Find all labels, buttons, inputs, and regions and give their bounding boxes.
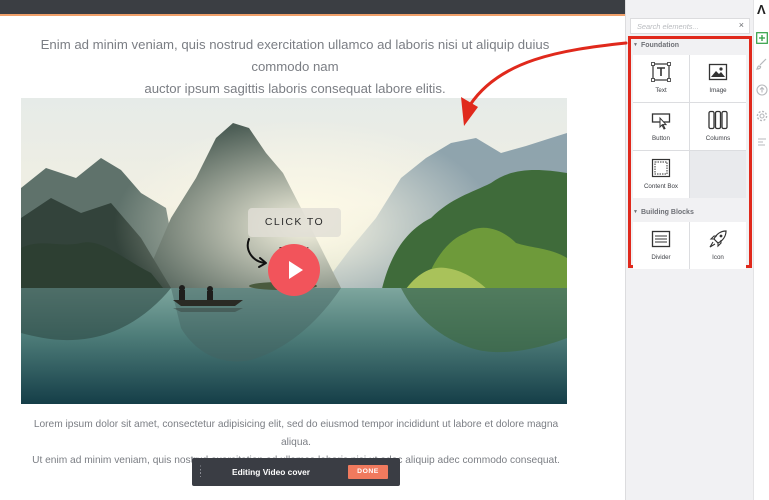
- element-tile-columns[interactable]: Columns: [690, 103, 746, 150]
- rocket-icon: [709, 230, 727, 248]
- drag-handle-icon[interactable]: ⋮ ⋮: [196, 465, 205, 478]
- top-toolbar: [0, 0, 625, 16]
- tile-label: Columns: [705, 135, 731, 142]
- foundation-grid: Text Image Button Columns Content Box: [633, 55, 746, 198]
- play-icon: [289, 261, 303, 279]
- empty-tile: [690, 151, 746, 198]
- tile-label: Content Box: [643, 183, 679, 190]
- text-icon: [651, 62, 671, 82]
- tile-label: Divider: [651, 254, 671, 261]
- body-line-1: Lorem ipsum dolor sit amet, consectetur …: [33, 419, 559, 448]
- tile-label: Image: [709, 87, 727, 94]
- upload-icon[interactable]: [756, 84, 768, 96]
- element-tile-image[interactable]: Image: [690, 55, 746, 102]
- right-rail: Λ: [753, 0, 769, 500]
- caret-down-icon: ▼: [633, 42, 638, 48]
- section-title: Foundation: [640, 42, 680, 49]
- section-building-blocks[interactable]: ▼ Building Blocks: [633, 209, 694, 216]
- image-icon: [708, 63, 728, 81]
- caret-down-icon: ▼: [633, 209, 638, 215]
- tile-label: Button: [652, 135, 670, 142]
- editing-toolbar: ⋮ ⋮ Editing Video cover DONE: [192, 458, 400, 486]
- elements-panel: Search elements... × ▼ Foundation Text I…: [625, 0, 753, 500]
- building-blocks-grid: Divider Icon: [633, 222, 746, 269]
- done-button[interactable]: DONE: [348, 465, 388, 479]
- history-icon[interactable]: [756, 136, 768, 148]
- divider-icon: [651, 230, 671, 248]
- add-element-icon[interactable]: [756, 32, 768, 44]
- search-placeholder: Search elements...: [637, 22, 699, 31]
- lead-line-1: Enim ad minim veniam, quis nostrud exerc…: [40, 37, 550, 74]
- video-cover[interactable]: CLICK TO PLAY: [21, 98, 567, 404]
- element-tile-button[interactable]: Button: [633, 103, 689, 150]
- element-tile-icon[interactable]: Icon: [690, 222, 746, 269]
- button-icon: [651, 113, 671, 130]
- settings-icon[interactable]: [756, 110, 768, 122]
- section-foundation[interactable]: ▼ Foundation: [633, 42, 679, 49]
- page-canvas: Enim ad minim veniam, quis nostrud exerc…: [0, 18, 625, 500]
- brush-icon[interactable]: [756, 58, 768, 70]
- element-tile-divider[interactable]: Divider: [633, 222, 689, 269]
- editing-label: Editing Video cover: [232, 467, 311, 477]
- lead-paragraph[interactable]: Enim ad minim veniam, quis nostrud exerc…: [12, 34, 578, 100]
- element-tile-text[interactable]: Text: [633, 55, 689, 102]
- search-elements-input[interactable]: Search elements... ×: [630, 18, 750, 34]
- tile-label: Icon: [712, 254, 724, 261]
- columns-icon: [708, 110, 728, 130]
- click-to-play-label[interactable]: CLICK TO PLAY: [248, 208, 341, 257]
- lead-line-2: auctor ipsum sagittis laboris consequat …: [144, 81, 446, 96]
- section-title: Building Blocks: [640, 209, 694, 216]
- close-icon[interactable]: ×: [739, 20, 744, 30]
- tile-label: Text: [655, 87, 667, 94]
- element-tile-content-box[interactable]: Content Box: [633, 151, 689, 198]
- content-box-icon: [651, 158, 671, 178]
- brand-logo: Λ: [757, 2, 766, 17]
